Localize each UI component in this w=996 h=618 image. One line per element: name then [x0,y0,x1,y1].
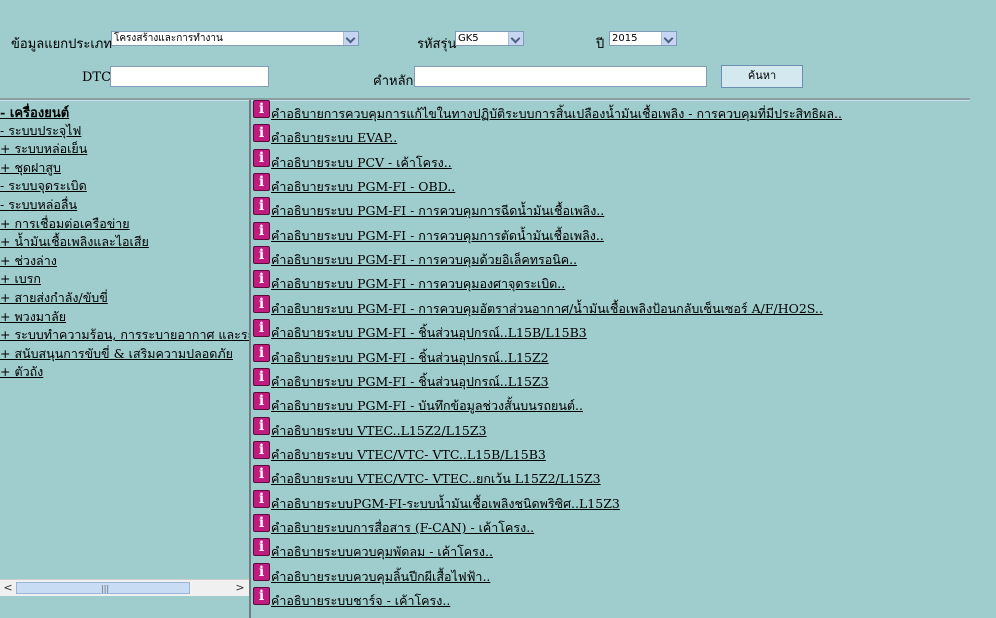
tree-item[interactable]: + การเชื่อมต่อเครือข่าย [0,214,130,234]
tree-item[interactable]: + พวงมาลัย [0,307,66,327]
info-icon[interactable]: i [253,489,270,508]
document-link[interactable]: คำอธิบายระบบ PGM-FI - ชิ้นส่วนอุปกรณ์..L… [271,323,587,343]
document-list: i คำอธิบายการควบคุมการแก้ไขในทางปฏิบัติระ… [253,100,996,618]
tree-horizontal-scrollbar[interactable]: < ||| > [0,579,249,596]
model-select-value: GK5 [458,33,479,44]
document-link[interactable]: คำอธิบายระบบ PGM-FI - การควบคุมอัตราส่วน… [271,299,823,319]
document-link[interactable]: คำอธิบายระบบ VTEC..L15Z2/L15Z3 [271,421,487,441]
scroll-thumb[interactable]: ||| [16,582,190,594]
document-link[interactable]: คำอธิบายระบบ PGM-FI - การควบคุมด้วยอิเล็… [271,250,577,270]
info-icon[interactable]: i [253,197,270,216]
category-select[interactable]: โครงสร้างและการทำงาน [111,31,359,46]
info-icon[interactable]: i [253,124,270,143]
scroll-grip-icon: ||| [101,584,110,593]
scroll-left-arrow-icon[interactable]: < [1,581,15,595]
category-select-value: โครงสร้างและการทำงาน [114,33,223,44]
info-icon[interactable]: i [253,513,270,532]
keyword-input[interactable] [414,66,707,87]
tree-item[interactable]: - ระบบจุดระเบิด [0,176,87,196]
document-link[interactable]: คำอธิบายระบบควบคุมพัดลม - เค้าโครง.. [271,542,493,562]
model-label: รหัสรุ่น [417,37,457,52]
document-link[interactable]: คำอธิบายการควบคุมการแก้ไขในทางปฏิบัติระบ… [271,104,842,124]
year-select-value: 2015 [612,33,638,44]
tree-item[interactable]: + น้ำมันเชื้อเพลิงและไอเสีย [0,232,149,252]
document-link[interactable]: คำอธิบายระบบ PGM-FI - บันทึกข้อมูลช่วงสั… [271,396,583,416]
info-icon[interactable]: i [253,587,270,605]
tree-item[interactable]: + ช่วงล่าง [0,251,57,271]
info-icon[interactable]: i [253,416,270,435]
info-icon[interactable]: i [253,319,270,338]
chevron-down-icon [343,32,358,45]
document-link[interactable]: คำอธิบายระบบ PGM-FI - การควบคุมองศาจุดระ… [271,274,565,294]
info-icon[interactable]: i [253,440,270,459]
info-icon[interactable]: i [253,562,270,581]
chevron-down-icon [508,32,523,45]
document-link[interactable]: คำอธิบายระบบ EVAP.. [271,128,397,148]
tree-item[interactable]: + ระบบหล่อเย็น [0,139,87,159]
document-link[interactable]: คำอธิบายระบบ VTEC/VTC- VTEC..ยกเว้น L15Z… [271,469,601,489]
info-icon[interactable]: i [253,465,270,484]
info-icon[interactable]: i [253,100,270,118]
dtc-label: DTC [82,70,112,85]
tree-item[interactable]: + ชุดฝาสูบ [0,158,61,178]
pane-divider[interactable] [249,100,251,618]
document-link[interactable]: คำอธิบายระบบ VTEC/VTC- VTC..L15B/L15B3 [271,445,546,465]
tree-item[interactable]: + สนับสนุนการขับขี่ & เสริมความปลอดภัย [0,344,233,364]
year-select[interactable]: 2015 [609,31,677,46]
info-icon[interactable]: i [253,367,270,386]
model-select[interactable]: GK5 [455,31,524,46]
keyword-label: คำหลัก [373,74,414,89]
tree-item[interactable]: - ระบบประจุไฟ [0,121,81,141]
dtc-input[interactable] [110,66,269,87]
info-icon[interactable]: i [253,148,270,167]
document-link[interactable]: คำอธิบายระบบการสื่อสาร (F-CAN) - เค้าโคร… [271,518,534,538]
info-icon[interactable]: i [253,270,270,289]
year-label: ปี [596,37,605,52]
search-button[interactable]: ค้นหา [721,65,803,88]
info-icon[interactable]: i [253,392,270,411]
tree-item[interactable]: - ระบบหล่อลื่น [0,195,77,215]
tree-item[interactable]: + ตัวถัง [0,362,43,382]
document-link[interactable]: คำอธิบายระบบควบคุมลิ้นปีกผีเสื้อไฟฟ้า.. [271,567,490,587]
document-link[interactable]: คำอธิบายระบบ PGM-FI - OBD.. [271,177,455,197]
document-link[interactable]: คำอธิบายระบบ PGM-FI - การควบคุมการฉีดน้ำ… [271,201,604,221]
document-link[interactable]: คำอธิบายระบบชาร์จ - เค้าโครง.. [271,591,450,611]
document-link[interactable]: คำอธิบายระบบ PGM-FI - การควบคุมการตัดน้ำ… [271,226,604,246]
info-icon[interactable]: i [253,538,270,557]
chevron-down-icon [661,32,676,45]
tree-item[interactable]: + เบรก [0,269,41,289]
info-icon[interactable]: i [253,294,270,313]
category-label: ข้อมูลแยกประเภท [11,37,112,52]
document-link[interactable]: คำอธิบายระบบ PGM-FI - ชิ้นส่วนอุปกรณ์..L… [271,348,549,368]
tree-item[interactable]: + สายส่งกำลัง/ขับขี่ [0,288,108,308]
scroll-right-arrow-icon[interactable]: > [233,581,247,595]
tree-item[interactable]: + ระบบทำความร้อน, การระบายอากาศ และระบบป… [0,325,249,345]
document-link[interactable]: คำอธิบายระบบPGM-FI-ระบบน้ำมันเชื้อเพลิงช… [271,494,620,514]
category-tree: - เครื่องยนต์ - ระบบประจุไฟ + ระบบหล่อเย็น… [0,100,249,580]
document-link[interactable]: คำอธิบายระบบ PGM-FI - ชิ้นส่วนอุปกรณ์..L… [271,372,549,392]
document-link[interactable]: คำอธิบายระบบ PCV - เค้าโครง.. [271,153,452,173]
info-icon[interactable]: i [253,173,270,192]
info-icon[interactable]: i [253,221,270,240]
info-icon[interactable]: i [253,343,270,362]
info-icon[interactable]: i [253,246,270,265]
